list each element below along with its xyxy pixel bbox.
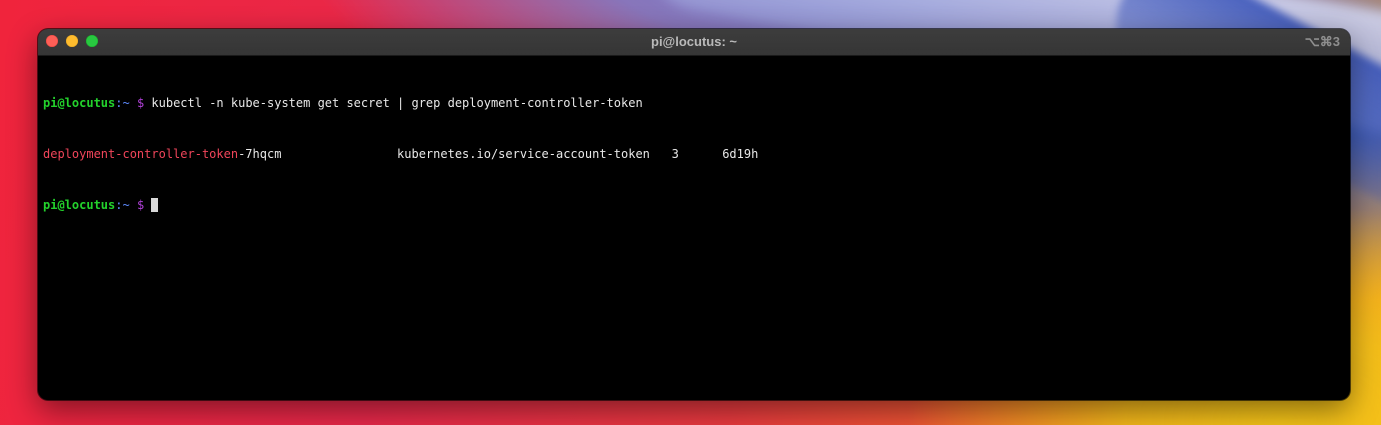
secret-age: 6d19h	[722, 147, 759, 161]
secret-data-count: 3	[671, 147, 679, 161]
window-title: pi@locutus: ~	[651, 34, 737, 49]
text-cursor	[151, 198, 159, 212]
secret-name-suffix: -7hqcm	[238, 147, 282, 161]
prompt-symbol: $	[129, 96, 145, 110]
prompt-path: ~	[122, 198, 130, 212]
column-gap	[281, 147, 397, 161]
prompt-symbol: $	[129, 198, 145, 212]
terminal-output[interactable]: pi@locutus:~ $ kubectl -n kube-system ge…	[38, 56, 1350, 248]
prompt-user-host: pi@locutus	[43, 96, 116, 110]
terminal-line-output: deployment-controller-token-7hqcm kubern…	[43, 146, 1350, 163]
title-bar[interactable]: pi@locutus: ~ ⌥⌘3	[38, 29, 1350, 56]
terminal-window[interactable]: pi@locutus: ~ ⌥⌘3 pi@locutus:~ $ kubectl…	[38, 29, 1350, 400]
terminal-line-prompt[interactable]: pi@locutus:~ $	[43, 197, 1350, 214]
secret-type: kubernetes.io/service-account-token	[397, 147, 650, 161]
prompt-user-host: pi@locutus	[43, 198, 116, 212]
column-gap	[679, 147, 722, 161]
grep-match: deployment-controller-token	[43, 147, 239, 161]
command-input[interactable]	[144, 198, 151, 212]
command-text: kubectl -n kube-system get secret | grep…	[144, 96, 643, 110]
prompt-path: ~	[122, 96, 130, 110]
terminal-line-command: pi@locutus:~ $ kubectl -n kube-system ge…	[43, 95, 1350, 112]
window-shortcut: ⌥⌘3	[1304, 34, 1340, 49]
column-gap	[650, 147, 672, 161]
